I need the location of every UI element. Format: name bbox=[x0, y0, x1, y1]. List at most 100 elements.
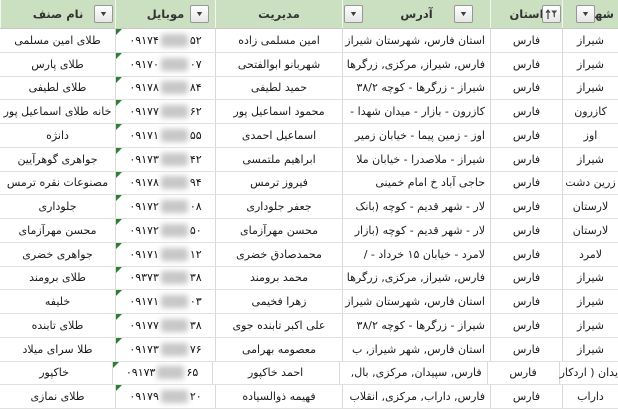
cell-city[interactable]: شیراز bbox=[562, 52, 618, 76]
cell-mobile[interactable]: ۰۹۱۷۱ ۰۳ bbox=[115, 290, 215, 313]
cell-address[interactable]: فارس, سپیدان, مرکزی, بال, bbox=[338, 361, 487, 385]
cell-province[interactable]: فارس bbox=[490, 337, 562, 361]
cell-manager[interactable]: معصومه بهرامی bbox=[215, 337, 342, 361]
cell-manager[interactable]: احمد خاکپور bbox=[211, 361, 339, 385]
cell-city[interactable]: شیراز bbox=[562, 314, 618, 337]
cell-city[interactable]: شیراز bbox=[562, 29, 618, 52]
cell-province[interactable]: فارس bbox=[490, 147, 562, 171]
cell-city[interactable]: شیراز bbox=[562, 147, 618, 171]
cell-shop[interactable]: مصنوعات نقره ترمس bbox=[0, 172, 115, 195]
cell-address[interactable]: استان فارس، شهرستان شیراز bbox=[342, 290, 490, 313]
cell-city[interactable]: زرین دشت bbox=[562, 171, 618, 195]
cell-shop[interactable]: طلا سرای میلاد bbox=[0, 338, 115, 361]
cell-province[interactable]: فارس bbox=[490, 171, 562, 195]
cell-province[interactable]: فارس bbox=[490, 219, 562, 242]
cell-province[interactable]: فارس bbox=[490, 76, 562, 100]
cell-province[interactable]: فارس bbox=[490, 242, 562, 266]
cell-mobile[interactable]: ۰۹۳۷۳ ۳۸ bbox=[115, 266, 215, 290]
cell-address[interactable]: استان فارس, شهر شیراز, ب bbox=[342, 337, 490, 361]
cell-manager[interactable]: زهرا فخیمی bbox=[215, 290, 342, 313]
cell-manager[interactable]: امین مسلمی زاده bbox=[215, 29, 342, 52]
cell-province[interactable]: فارس bbox=[490, 290, 562, 313]
cell-shop[interactable]: خلیفه bbox=[0, 290, 115, 313]
cell-address[interactable]: اوز - زمین پیما - خیابان زمیر bbox=[342, 124, 490, 147]
cell-shop[interactable]: جواهری گوهرآیین bbox=[0, 148, 115, 171]
cell-shop[interactable]: جلوداری bbox=[0, 195, 115, 218]
cell-shop[interactable]: خانه طلای اسماعیل پور bbox=[0, 100, 115, 123]
filter-button-mobile[interactable]: ▼ bbox=[190, 5, 209, 23]
cell-mobile[interactable]: ۰۹۱۷۱ ۱۲ bbox=[115, 242, 215, 266]
cell-city[interactable]: داراب bbox=[562, 385, 618, 408]
cell-mobile[interactable]: ۰۹۱۷۳ ۴۲ bbox=[115, 147, 215, 171]
cell-address[interactable]: حاجی آباد خ امام خمینی bbox=[342, 171, 490, 195]
cell-manager[interactable]: شهربانو ابوالفتحی bbox=[215, 52, 342, 76]
cell-province[interactable]: فارس bbox=[490, 29, 562, 52]
cell-city[interactable]: شیراز bbox=[562, 266, 618, 290]
cell-city[interactable]: لارستان bbox=[562, 219, 618, 242]
cell-city[interactable]: یدان ( اردکار bbox=[558, 361, 618, 385]
cell-shop[interactable]: طلای لطیفی bbox=[0, 77, 115, 100]
column-header-manager[interactable]: مدیریت bbox=[215, 0, 342, 28]
cell-city[interactable]: شیراز bbox=[562, 76, 618, 100]
cell-mobile[interactable]: ۰۹۱۷۹ ۲۰ bbox=[115, 385, 215, 408]
cell-address[interactable]: لار - شهر قدیم - کوچه (بازار bbox=[342, 219, 490, 242]
cell-province[interactable]: فارس bbox=[490, 100, 562, 123]
cell-mobile[interactable]: ۰۹۱۷۴ ۵۲ bbox=[115, 29, 215, 52]
cell-manager[interactable]: فهیمه ذوالسیاده bbox=[215, 385, 342, 408]
cell-address[interactable]: فارس, داراب, مرکزی, انقلاب bbox=[342, 385, 490, 408]
cell-city[interactable]: لامرد bbox=[562, 242, 618, 266]
cell-mobile[interactable]: ۰۹۱۷۲ ۵۰ bbox=[115, 219, 215, 242]
cell-manager[interactable]: جعفر جلوداری bbox=[215, 195, 342, 218]
cell-province[interactable]: فارس bbox=[490, 124, 562, 147]
cell-address[interactable]: فارس, شیراز, مرکزی, زرگرها bbox=[342, 52, 490, 76]
cell-province[interactable]: فارس bbox=[490, 266, 562, 290]
cell-mobile[interactable]: ۰۹۱۷۷ ۳۸ bbox=[115, 314, 215, 337]
cell-shop[interactable]: طلای تابنده bbox=[0, 314, 115, 337]
filter-button-province-sorted[interactable] bbox=[542, 5, 561, 23]
cell-manager[interactable]: ابراهیم ملتمسی bbox=[215, 147, 342, 171]
cell-mobile[interactable]: ۰۹۱۷۷ ۶۲ bbox=[115, 100, 215, 123]
cell-city[interactable]: شیراز bbox=[562, 337, 618, 361]
cell-address[interactable]: شیراز - زرگرها - کوچه ۳۸/۲ bbox=[342, 76, 490, 100]
cell-shop[interactable]: طلای برومند bbox=[0, 267, 115, 290]
cell-mobile[interactable]: ۰۹۱۷۳ ۷۶ bbox=[115, 337, 215, 361]
cell-address[interactable]: شیراز - زرگرها - کوچه ۳۸/۲ bbox=[342, 314, 490, 337]
cell-shop[interactable]: خاکپور bbox=[0, 362, 112, 385]
cell-shop[interactable]: دانژه bbox=[0, 124, 115, 147]
filter-button-shop[interactable]: ▼ bbox=[94, 5, 113, 23]
cell-shop[interactable]: طلای نمازی bbox=[0, 385, 115, 408]
cell-mobile[interactable]: ۰۹۱۷۱ ۵۵ bbox=[115, 124, 215, 147]
cell-manager[interactable]: محمد برومند bbox=[215, 266, 342, 290]
cell-province[interactable]: فارس bbox=[490, 385, 562, 408]
cell-address[interactable]: استان فارس، شهرستان شیراز bbox=[342, 29, 490, 52]
cell-province[interactable]: فارس bbox=[490, 314, 562, 337]
cell-city[interactable]: کازرون bbox=[562, 100, 618, 123]
filter-button-city[interactable]: ▼ bbox=[576, 5, 595, 23]
cell-province[interactable]: فارس bbox=[490, 195, 562, 218]
cell-mobile[interactable]: ۰۹۱۷۳ ۶۵ bbox=[111, 361, 212, 385]
cell-manager[interactable]: محمود اسماعیل پور bbox=[215, 100, 342, 123]
cell-shop[interactable]: محسن مهرآزمای bbox=[0, 219, 115, 242]
cell-city[interactable]: لارستان bbox=[562, 195, 618, 218]
cell-manager[interactable]: حمید لطیفی bbox=[215, 76, 342, 100]
cell-manager[interactable]: فیروز ترمس bbox=[215, 171, 342, 195]
cell-shop[interactable]: طلای امین مسلمی bbox=[0, 29, 115, 52]
cell-address[interactable]: لار - شهر قدیم - کوچه (بانک bbox=[342, 195, 490, 218]
cell-province[interactable]: فارس bbox=[486, 361, 559, 385]
cell-province[interactable]: فارس bbox=[490, 52, 562, 76]
cell-mobile[interactable]: ۰۹۱۷۸ ۹۴ bbox=[115, 171, 215, 195]
cell-manager[interactable]: علی اکبر تابنده جوی bbox=[215, 314, 342, 337]
cell-shop[interactable]: طلای پارس bbox=[0, 53, 115, 76]
cell-manager[interactable]: محمدصادق خضری bbox=[215, 242, 342, 266]
cell-city[interactable]: اوز bbox=[562, 124, 618, 147]
cell-address[interactable]: فارس, شیراز, مرکزی, زرگرها bbox=[342, 266, 490, 290]
cell-address[interactable]: کازرون - بازار - میدان شهدا - bbox=[342, 100, 490, 123]
cell-manager[interactable]: اسماعیل احمدی bbox=[215, 124, 342, 147]
cell-manager[interactable]: محسن مهرآزمای bbox=[215, 219, 342, 242]
filter-button-address[interactable]: ▼ bbox=[454, 5, 473, 23]
cell-mobile[interactable]: ۰۹۱۷۰ ۰۷ bbox=[115, 52, 215, 76]
cell-mobile[interactable]: ۰۹۱۷۸ ۸۴ bbox=[115, 76, 215, 100]
cell-address[interactable]: لامرد - خیابان ۱۵ خرداد - / bbox=[342, 242, 490, 266]
cell-mobile[interactable]: ۰۹۱۷۲ ۰۸ bbox=[115, 195, 215, 218]
cell-shop[interactable]: جواهری خضری bbox=[0, 243, 115, 266]
